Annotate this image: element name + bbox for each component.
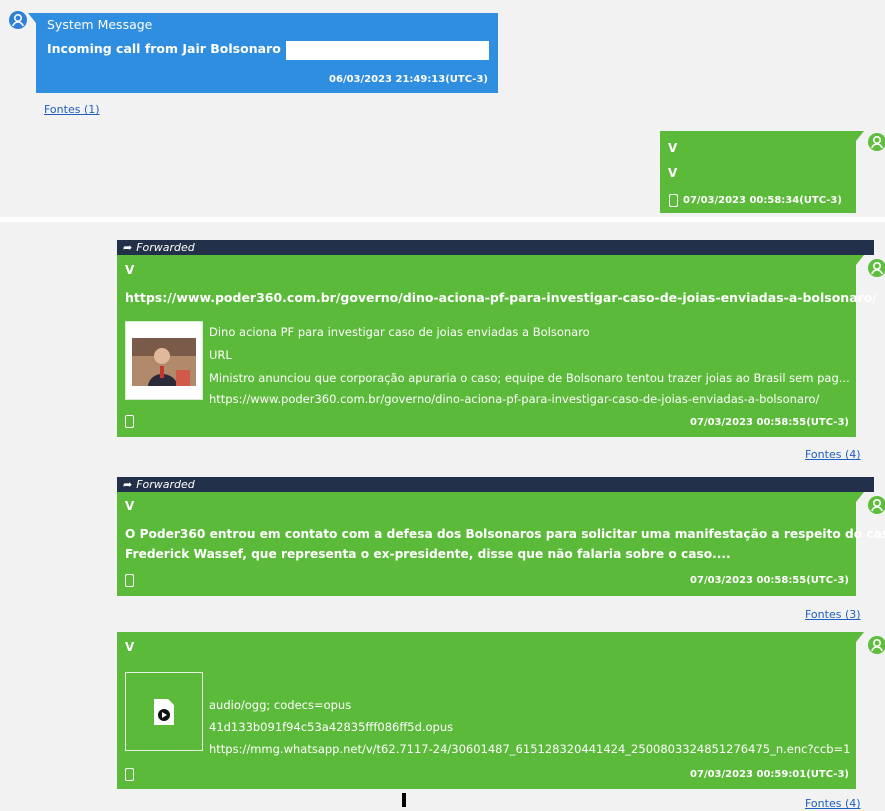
message-timestamp: 07/03/2023 00:58:55(UTC-3) — [690, 417, 849, 428]
message-bubble-text: V O Poder360 entrou em contato com a def… — [117, 492, 885, 596]
system-message-timestamp: 06/03/2023 21:49:13(UTC-3) — [329, 74, 488, 85]
preview-title: Dino aciona PF para investigar caso de j… — [209, 325, 590, 339]
text-cursor — [402, 793, 406, 807]
user-avatar-icon — [868, 133, 885, 151]
forwarded-label: Forwarded — [136, 478, 195, 491]
phone-icon — [125, 574, 134, 587]
audio-file-icon — [154, 699, 174, 725]
forwarded-label: Forwarded — [136, 241, 195, 254]
sources-link-4[interactable]: Fontes (4) — [805, 797, 861, 810]
sources-link-2[interactable]: Fontes (4) — [805, 448, 861, 461]
user-avatar-icon — [9, 11, 27, 29]
message-sender: V — [125, 499, 135, 513]
message-timestamp: 07/03/2023 00:58:55(UTC-3) — [690, 575, 849, 586]
preview-url[interactable]: https://www.poder360.com.br/governo/dino… — [209, 392, 851, 406]
user-avatar-icon — [868, 259, 885, 277]
forward-arrow-icon: ➦ — [123, 241, 133, 254]
sources-link-1[interactable]: Fontes (1) — [44, 103, 100, 116]
message-timestamp: 07/03/2023 00:59:01(UTC-3) — [690, 769, 849, 780]
audio-url[interactable]: https://mmg.whatsapp.net/v/t62.7117-24/3… — [209, 742, 851, 756]
preview-type: URL — [209, 348, 232, 362]
message-bubble-v: V V 07/03/2023 00:58:34(UTC-3) — [660, 131, 864, 213]
forwarded-bar: ➦ Forwarded — [117, 477, 874, 492]
message-text-line1: O Poder360 entrou em contato com a defes… — [125, 527, 885, 541]
message-url[interactable]: https://www.poder360.com.br/governo/dino… — [125, 290, 877, 305]
user-avatar-icon — [868, 636, 885, 654]
message-text: V — [668, 166, 678, 180]
system-message-bubble: System Message Incoming call from Jair B… — [28, 13, 498, 93]
system-message-title: System Message — [47, 17, 153, 32]
message-bubble-audio: V audio/ogg; codecs=opus 41d133b091f94c5… — [117, 632, 864, 789]
redacted-box — [286, 41, 489, 60]
message-sender: V — [125, 640, 135, 654]
audio-filename: 41d133b091f94c53a42835fff086ff5d.opus — [209, 720, 454, 734]
preview-image — [132, 338, 196, 386]
forward-arrow-icon: ➦ — [123, 478, 133, 491]
message-sender: V — [125, 263, 135, 277]
audio-file-thumbnail[interactable] — [125, 672, 203, 751]
system-message-text: Incoming call from Jair Bolsonaro 5 — [47, 41, 294, 56]
preview-description: Ministro anunciou que corporação apurari… — [209, 371, 850, 385]
forwarded-bar: ➦ Forwarded — [117, 240, 874, 255]
audio-mime: audio/ogg; codecs=opus — [209, 698, 352, 712]
phone-icon — [125, 768, 134, 781]
phone-icon — [125, 415, 134, 428]
message-timestamp: 07/03/2023 00:58:34(UTC-3) — [683, 195, 842, 206]
message-bubble-link: V https://www.poder360.com.br/governo/di… — [117, 255, 877, 437]
link-preview-thumbnail — [125, 321, 203, 400]
message-sender: V — [668, 141, 678, 155]
message-text-line2: Frederick Wassef, que representa o ex-pr… — [125, 547, 731, 561]
sources-link-3[interactable]: Fontes (3) — [805, 608, 861, 621]
phone-icon — [669, 194, 678, 207]
user-avatar-icon — [868, 496, 885, 514]
